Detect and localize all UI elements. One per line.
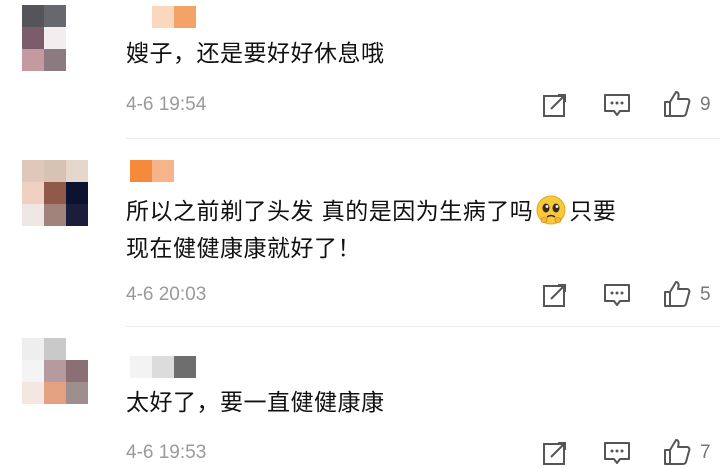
avatar-mosaic-tile bbox=[44, 49, 66, 71]
username-mosaic-tile bbox=[152, 6, 174, 28]
repost-icon[interactable] bbox=[540, 280, 570, 310]
comment-icon[interactable] bbox=[602, 90, 632, 120]
username-mosaic-tile bbox=[130, 356, 152, 378]
avatar-mosaic-tile bbox=[66, 182, 88, 204]
username-blurred[interactable] bbox=[130, 160, 196, 182]
divider bbox=[126, 326, 720, 327]
avatar[interactable] bbox=[22, 160, 88, 226]
avatar-mosaic-tile bbox=[44, 338, 66, 360]
repost-icon[interactable] bbox=[540, 90, 570, 120]
comment-text: 嫂子，还是要好好休息哦 bbox=[126, 41, 385, 67]
avatar-mosaic-tile bbox=[66, 204, 88, 226]
avatar-mosaic-tile bbox=[44, 160, 66, 182]
pleading-face-emoji bbox=[536, 195, 566, 225]
comment-timestamp: 4-6 19:53 bbox=[126, 442, 207, 463]
comment-text: 太好了，要一直健健康康 bbox=[126, 390, 385, 416]
username-mosaic-tile bbox=[130, 160, 152, 182]
like-count: 7 bbox=[700, 442, 711, 463]
username-blurred[interactable] bbox=[130, 6, 196, 28]
username-mosaic-tile bbox=[174, 160, 196, 182]
comment-text: 所以之前剃了头发 真的是因为生病了吗 只要 现在健健康康就好了！ bbox=[126, 194, 706, 268]
avatar-mosaic-tile bbox=[22, 182, 44, 204]
avatar-mosaic-tile bbox=[22, 5, 44, 27]
thumbs-up-icon[interactable] bbox=[662, 279, 692, 309]
username-mosaic-tile bbox=[152, 356, 174, 378]
comment-text-line1-end: 只要 bbox=[569, 199, 617, 225]
repost-icon[interactable] bbox=[540, 438, 570, 468]
avatar-mosaic-tile bbox=[44, 5, 66, 27]
username-mosaic-tile bbox=[152, 160, 174, 182]
comment-text-line2: 现在健健康康就好了！ bbox=[126, 236, 361, 262]
comment-icon[interactable] bbox=[602, 438, 632, 468]
avatar-mosaic-tile bbox=[44, 360, 66, 382]
username-mosaic-tile bbox=[174, 356, 196, 378]
comment-timestamp: 4-6 20:03 bbox=[126, 284, 207, 305]
avatar-mosaic-tile bbox=[22, 49, 44, 71]
avatar-mosaic-tile bbox=[66, 5, 88, 27]
username-mosaic-tile bbox=[130, 6, 152, 28]
comment-text-line1: 所以之前剃了头发 真的是因为生病了吗 bbox=[126, 199, 534, 225]
avatar-mosaic-tile bbox=[22, 338, 44, 360]
avatar-mosaic-tile bbox=[22, 360, 44, 382]
avatar-mosaic-tile bbox=[22, 204, 44, 226]
avatar[interactable] bbox=[22, 5, 88, 71]
avatar-mosaic-tile bbox=[22, 27, 44, 49]
avatar-mosaic-tile bbox=[44, 182, 66, 204]
thumbs-up-icon[interactable] bbox=[662, 89, 692, 119]
comment-timestamp: 4-6 19:54 bbox=[126, 94, 207, 115]
avatar-mosaic-tile bbox=[22, 382, 44, 404]
avatar-mosaic-tile bbox=[22, 160, 44, 182]
username-blurred[interactable] bbox=[130, 356, 196, 378]
like-count: 5 bbox=[700, 284, 711, 305]
divider bbox=[126, 138, 720, 139]
avatar-mosaic-tile bbox=[66, 160, 88, 182]
like-count: 9 bbox=[700, 94, 711, 115]
avatar-mosaic-tile bbox=[44, 204, 66, 226]
comment-icon[interactable] bbox=[602, 280, 632, 310]
avatar[interactable] bbox=[22, 338, 88, 404]
avatar-mosaic-tile bbox=[66, 382, 88, 404]
avatar-mosaic-tile bbox=[66, 338, 88, 360]
avatar-mosaic-tile bbox=[44, 382, 66, 404]
avatar-mosaic-tile bbox=[66, 27, 88, 49]
thumbs-up-icon[interactable] bbox=[662, 437, 692, 467]
username-mosaic-tile bbox=[174, 6, 196, 28]
avatar-mosaic-tile bbox=[66, 360, 88, 382]
avatar-mosaic-tile bbox=[44, 27, 66, 49]
avatar-mosaic-tile bbox=[66, 49, 88, 71]
